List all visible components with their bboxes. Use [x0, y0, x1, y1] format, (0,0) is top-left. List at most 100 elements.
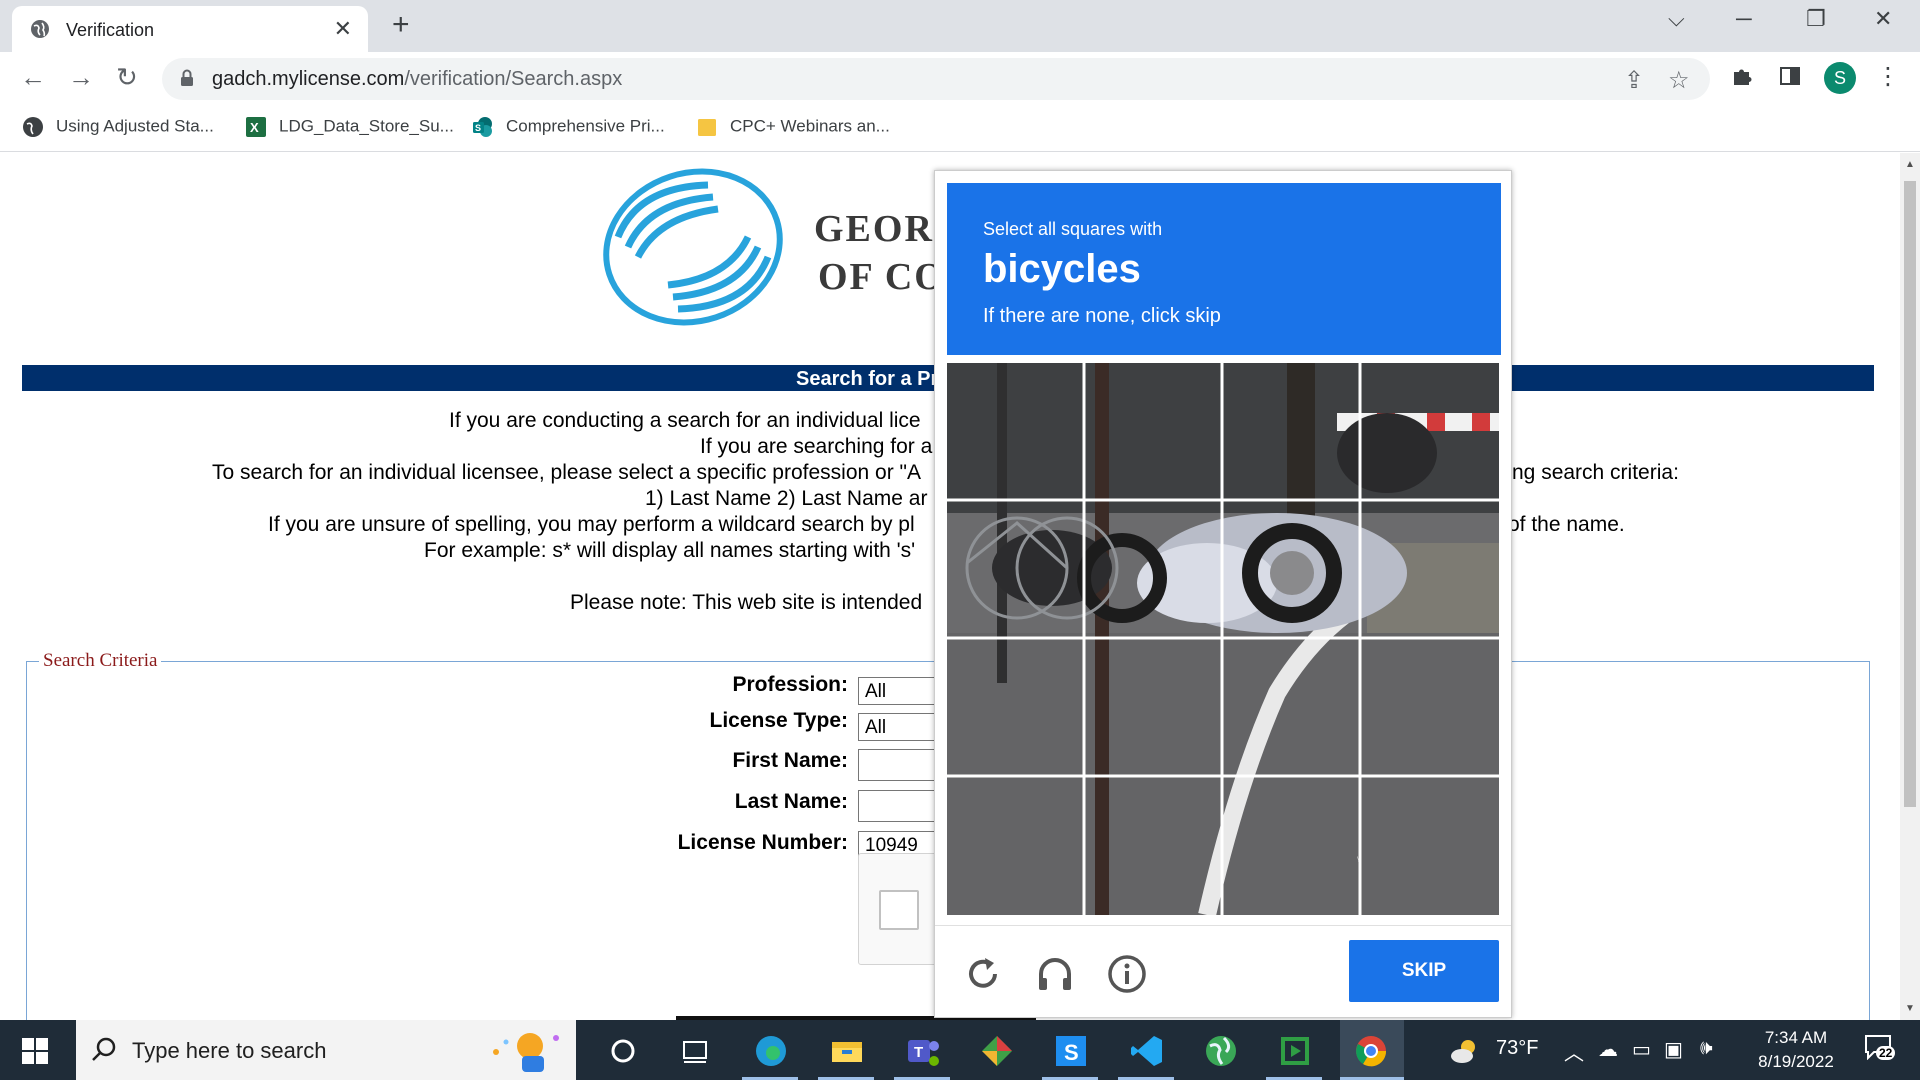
- forward-icon[interactable]: →: [68, 62, 94, 92]
- challenge-footer: SKIP: [935, 925, 1511, 1017]
- search-icon: [92, 1037, 116, 1061]
- captcha-tile[interactable]: [947, 639, 1083, 775]
- captcha-tile[interactable]: [1361, 777, 1497, 913]
- captcha-tile[interactable]: [1361, 363, 1497, 499]
- clock-date: 8/19/2022: [1758, 1052, 1834, 1071]
- svg-text:T: T: [914, 1044, 923, 1061]
- last-name-input[interactable]: [858, 790, 938, 822]
- tray-chevron-icon[interactable]: ︿: [1564, 1037, 1584, 1066]
- back-icon[interactable]: ←: [20, 62, 46, 92]
- captcha-tile[interactable]: [1085, 777, 1221, 913]
- bookmark-star-icon[interactable]: ☆: [1668, 66, 1690, 95]
- challenge-target: bicycles: [983, 247, 1141, 291]
- windows-taskbar: Type here to search T S 73°F ︿ ☁ ▭ ▣ 🕪 7…: [0, 1020, 1920, 1080]
- captcha-tile[interactable]: [947, 777, 1083, 913]
- app-diamond-icon[interactable]: [980, 1034, 1014, 1068]
- extensions-puzzle-icon[interactable]: [1730, 64, 1754, 88]
- bookmark-item[interactable]: X LDG_Data_Store_Su...: [245, 116, 454, 138]
- bookmark-item[interactable]: CPC+ Webinars an...: [696, 116, 890, 138]
- bookmark-label: Using Adjusted Sta...: [56, 116, 214, 136]
- org-name-line2: OF CO: [818, 256, 946, 298]
- skip-button[interactable]: SKIP: [1349, 940, 1499, 1002]
- taskbar-search-box[interactable]: Type here to search: [76, 1020, 576, 1080]
- license-type-select[interactable]: All: [858, 713, 938, 741]
- license-number-label: License Number:: [677, 831, 848, 854]
- scroll-up-icon[interactable]: ▲: [1905, 159, 1915, 170]
- first-name-input[interactable]: [858, 749, 938, 781]
- reload-page-icon[interactable]: ↻: [116, 62, 138, 92]
- audio-icon[interactable]: [1035, 954, 1075, 994]
- captcha-tile[interactable]: [1085, 363, 1221, 499]
- page-scrollbar[interactable]: ▲ ▼: [1900, 153, 1920, 1020]
- edge-icon[interactable]: [754, 1034, 788, 1068]
- search-placeholder: Type here to search: [132, 1038, 327, 1063]
- captcha-tile[interactable]: [947, 501, 1083, 637]
- captcha-tile[interactable]: [1223, 777, 1359, 913]
- captcha-tile[interactable]: [1085, 639, 1221, 775]
- network-icon[interactable]: ▣: [1664, 1037, 1683, 1062]
- tab-title: Verification: [66, 20, 155, 40]
- captcha-tile[interactable]: [1085, 501, 1221, 637]
- notification-count: 22: [1876, 1046, 1896, 1060]
- tab-strip: Verification ✕ + ⌵ ─ ❐ ✕: [0, 0, 1920, 52]
- globe-icon: [31, 20, 49, 38]
- new-tab-button[interactable]: +: [392, 8, 410, 42]
- challenge-header: Select all squares with bicycles If ther…: [947, 183, 1501, 355]
- tab-close-icon[interactable]: ✕: [334, 16, 352, 42]
- bookmark-label: CPC+ Webinars an...: [730, 116, 890, 136]
- url-domain: gadch.mylicense.com: [212, 68, 405, 90]
- captcha-tile[interactable]: [1361, 639, 1497, 775]
- weather-cloud-icon[interactable]: [1448, 1034, 1482, 1068]
- cortana-icon[interactable]: [606, 1034, 640, 1068]
- scroll-down-icon[interactable]: ▼: [1905, 1003, 1915, 1014]
- chrome-menu-icon[interactable]: ⋮: [1876, 62, 1900, 91]
- captcha-tile[interactable]: [1223, 501, 1359, 637]
- minimize-icon[interactable]: ─: [1736, 6, 1752, 32]
- notification-center[interactable]: 22: [1864, 1034, 1896, 1066]
- sharepoint-icon: S: [473, 117, 492, 137]
- captcha-tile[interactable]: [1223, 639, 1359, 775]
- vscode-icon[interactable]: [1130, 1034, 1164, 1068]
- weather-temp[interactable]: 73°F: [1496, 1037, 1538, 1060]
- bookmarks-bar: Using Adjusted Sta... X LDG_Data_Store_Su…: [0, 104, 1920, 152]
- chrome-icon[interactable]: [1354, 1034, 1388, 1068]
- task-view-icon[interactable]: [678, 1034, 712, 1068]
- profile-avatar[interactable]: S: [1824, 62, 1856, 94]
- scrollbar-thumb[interactable]: [1904, 181, 1916, 807]
- volume-icon[interactable]: 🕪: [1700, 1037, 1713, 1060]
- close-window-icon[interactable]: ✕: [1874, 6, 1892, 32]
- file-explorer-icon[interactable]: [830, 1034, 864, 1068]
- search-criteria-legend: Search Criteria: [43, 650, 158, 671]
- svg-text:X: X: [250, 120, 259, 135]
- intro-text: of the name.: [1508, 513, 1625, 536]
- windows-start-icon[interactable]: [22, 1038, 48, 1064]
- profession-select[interactable]: All: [858, 677, 938, 705]
- section-title: Search for a Pro: [796, 368, 951, 390]
- url-path: /verification/Search.aspx: [404, 68, 623, 90]
- side-panel-icon[interactable]: [1778, 64, 1802, 88]
- challenge-instruction: Select all squares with: [983, 219, 1163, 239]
- globe-app-icon[interactable]: [1204, 1034, 1238, 1068]
- captcha-tile[interactable]: [1361, 501, 1497, 637]
- info-icon[interactable]: [1107, 954, 1147, 994]
- battery-icon[interactable]: ▭: [1632, 1037, 1651, 1062]
- media-player-icon[interactable]: [1278, 1034, 1312, 1068]
- bookmark-item[interactable]: S Comprehensive Pri...: [472, 116, 665, 138]
- captcha-tile[interactable]: [947, 363, 1083, 499]
- captcha-tile[interactable]: [1223, 363, 1359, 499]
- recaptcha-challenge: Select all squares with bicycles If ther…: [934, 170, 1512, 1018]
- intro-text: ng search criteria:: [1512, 461, 1679, 484]
- share-icon[interactable]: ⇪: [1624, 66, 1644, 95]
- restore-icon[interactable]: ❐: [1806, 6, 1826, 32]
- browser-tab[interactable]: Verification ✕: [12, 6, 368, 52]
- bookmark-item[interactable]: Using Adjusted Sta...: [22, 116, 214, 138]
- reload-icon[interactable]: [963, 954, 1003, 994]
- onedrive-icon[interactable]: ☁: [1598, 1037, 1618, 1062]
- system-clock[interactable]: 7:34 AM 8/19/2022: [1736, 1026, 1856, 1074]
- sharepoint-taskbar-icon[interactable]: S: [1054, 1034, 1088, 1068]
- first-name-label: First Name:: [732, 749, 848, 772]
- tab-search-chevron-icon[interactable]: ⌵: [1668, 6, 1685, 32]
- recaptcha-checkbox[interactable]: [879, 890, 919, 930]
- address-bar[interactable]: gadch.mylicense.com/verification/Search.…: [162, 58, 1710, 100]
- teams-icon[interactable]: T: [906, 1034, 940, 1068]
